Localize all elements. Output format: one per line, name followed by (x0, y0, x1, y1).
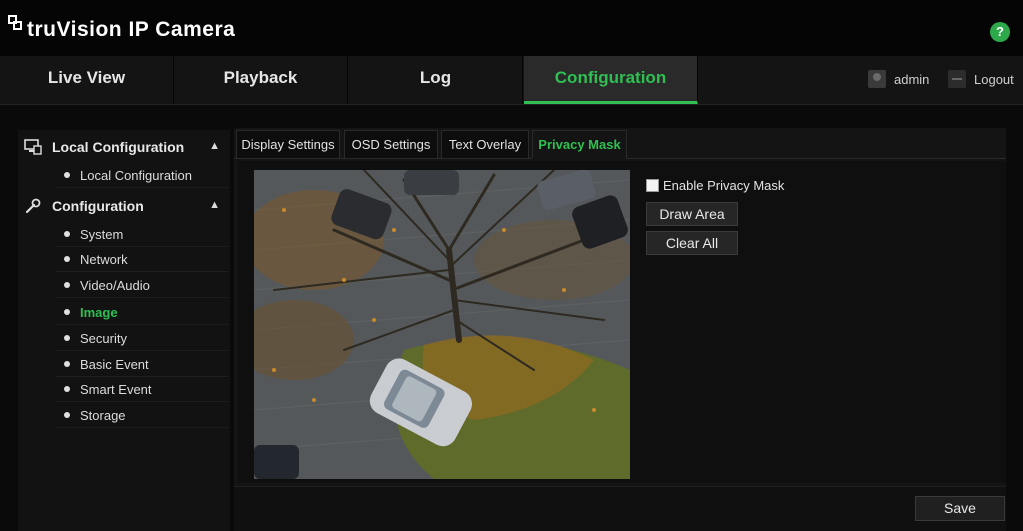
tab-text-overlay[interactable]: Text Overlay (441, 130, 529, 159)
sidebar-item-label: Basic Event (80, 356, 149, 372)
camera-preview[interactable] (254, 170, 630, 479)
subtab-bar: Display Settings OSD Settings Text Overl… (234, 128, 1006, 159)
logout-label[interactable]: Logout (974, 72, 1014, 87)
sidebar-item-label: Video/Audio (80, 277, 150, 293)
sidebar-item-label: Storage (80, 407, 126, 423)
tab-osd-settings[interactable]: OSD Settings (344, 130, 438, 159)
sidebar-item-smart-event[interactable]: Smart Event (56, 377, 228, 402)
draw-area-button[interactable]: Draw Area (646, 202, 738, 226)
help-icon[interactable]: ? (990, 22, 1010, 42)
sidebar-item-label: Image (80, 304, 118, 320)
enable-privacy-mask-label: Enable Privacy Mask (663, 178, 785, 193)
bullet-icon (64, 172, 70, 178)
sidebar-item-label: Smart Event (80, 381, 152, 397)
wrench-icon (24, 198, 42, 214)
sidebar-section-local-title: Local Configuration (52, 139, 185, 155)
sidebar-item-network[interactable]: Network (56, 247, 228, 272)
user-icon (868, 70, 886, 88)
sidebar: Local Configuration ▲ Local Configuratio… (18, 130, 230, 531)
chevron-up-icon[interactable]: ▲ (209, 140, 220, 152)
sidebar-item-security[interactable]: Security (56, 326, 228, 351)
logout-icon (948, 70, 966, 88)
sidebar-item-label: System (80, 226, 124, 242)
sidebar-item-system[interactable]: System (56, 222, 228, 247)
sidebar-item-local-configuration[interactable]: Local Configuration (56, 163, 228, 188)
sidebar-item-label: Network (80, 251, 128, 267)
save-button[interactable]: Save (915, 496, 1005, 521)
sidebar-section-configuration-title: Configuration (52, 198, 144, 214)
logo-mark-icon (8, 15, 24, 35)
sidebar-item-storage[interactable]: Storage (56, 403, 228, 428)
sidebar-item-label: Security (80, 330, 127, 346)
bottom-bar (234, 486, 1006, 531)
main-navbar: Live View Playback Log Configuration adm… (0, 56, 1023, 105)
tab-configuration[interactable]: Configuration (524, 56, 698, 104)
tab-privacy-mask[interactable]: Privacy Mask (532, 130, 627, 159)
bullet-icon (64, 282, 70, 288)
sidebar-item-label: Local Configuration (80, 167, 193, 183)
bullet-icon (64, 386, 70, 392)
sidebar-section-local[interactable]: Local Configuration ▲ (18, 132, 230, 162)
sidebar-item-image[interactable]: Image (56, 300, 228, 325)
enable-privacy-mask-row[interactable]: Enable Privacy Mask (646, 178, 784, 193)
bullet-icon (64, 335, 70, 341)
app-title: truVision IP Camera (27, 18, 236, 41)
chevron-up-icon[interactable]: ▲ (209, 199, 220, 211)
sidebar-item-video-audio[interactable]: Video/Audio (56, 273, 228, 298)
bullet-icon (64, 412, 70, 418)
tab-live-view[interactable]: Live View (0, 56, 174, 104)
clear-all-button[interactable]: Clear All (646, 231, 738, 255)
bullet-icon (64, 361, 70, 367)
bullet-icon (64, 231, 70, 237)
tab-playback[interactable]: Playback (174, 56, 348, 104)
monitor-icon (24, 139, 42, 155)
tab-log[interactable]: Log (349, 56, 523, 104)
tab-display-settings[interactable]: Display Settings (236, 130, 340, 159)
bullet-icon (64, 256, 70, 262)
sidebar-item-basic-event[interactable]: Basic Event (56, 352, 228, 377)
bullet-icon (64, 309, 70, 315)
top-header: truVision IP Camera ? (0, 0, 1023, 56)
sidebar-section-configuration[interactable]: Configuration ▲ (18, 191, 230, 221)
enable-privacy-mask-checkbox[interactable] (646, 179, 659, 192)
page: truVision IP Camera ? Live View Playback… (0, 0, 1023, 531)
user-name: admin (894, 71, 930, 87)
user-indicator: admin (868, 68, 929, 90)
app-logo: truVision IP Camera (8, 8, 235, 42)
logout-link[interactable]: Logout (948, 68, 1014, 90)
